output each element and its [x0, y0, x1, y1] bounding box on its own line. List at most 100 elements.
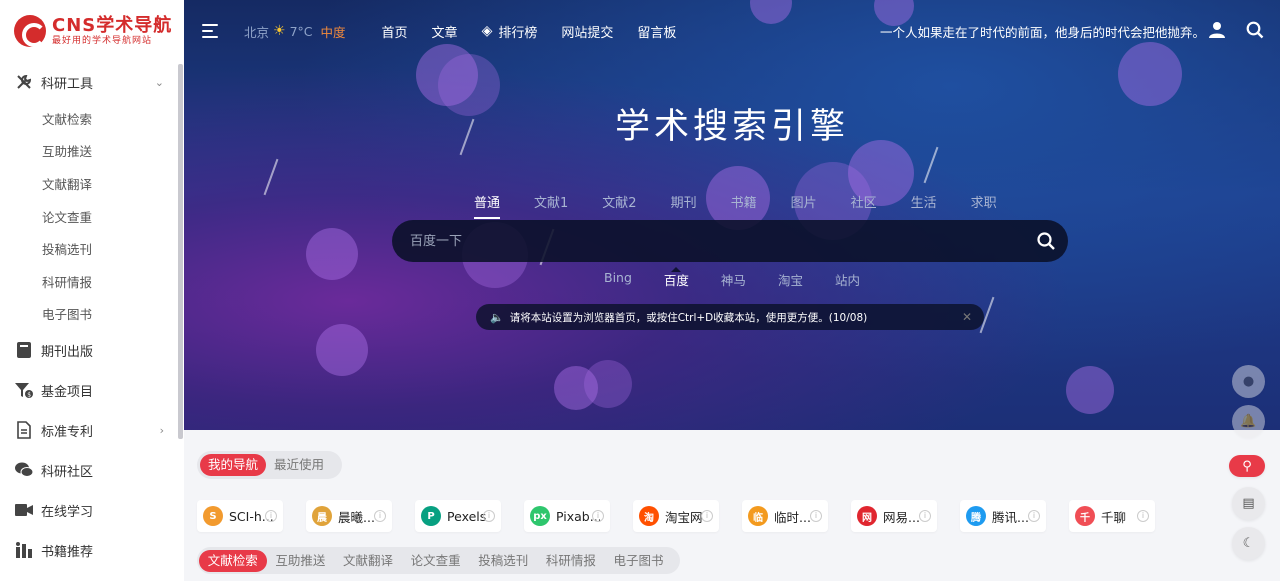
sidebar-group-label: 书籍推荐: [41, 544, 94, 560]
wechat-icon: ●: [1242, 374, 1255, 389]
sidebar-group-label: 基金项目: [41, 384, 94, 400]
info-icon[interactable]: i: [374, 510, 386, 522]
info-icon[interactable]: i: [701, 510, 713, 522]
site-logo-icon: 晨: [312, 506, 332, 526]
sidebar-item-plagiarism[interactable]: 论文查重: [0, 200, 184, 233]
site-logo-icon: 淘: [639, 506, 659, 526]
sidebar-item-translation[interactable]: 文献翻译: [0, 167, 184, 200]
logo-title: CNS学术导航: [52, 14, 173, 36]
info-icon[interactable]: i: [483, 510, 495, 522]
info-icon[interactable]: i: [592, 510, 604, 522]
decor-bubble: [316, 324, 368, 376]
engine-baidu[interactable]: 百度: [664, 267, 689, 289]
site-cards: S SCI-h... i 晨晨曦... i P Pexels i px Pixab... i 淘淘宝网…: [197, 500, 1178, 532]
decor-bubble: [584, 360, 632, 408]
search-input[interactable]: [392, 233, 1012, 249]
info-icon[interactable]: i: [1028, 510, 1040, 522]
tab-general[interactable]: 普通: [474, 192, 501, 219]
sidebar-item-literature-search[interactable]: 文献检索: [0, 102, 184, 135]
category-tab[interactable]: 文献检索: [199, 549, 267, 572]
tab-journals[interactable]: 期刊: [671, 192, 697, 211]
category-tab[interactable]: 论文查重: [402, 550, 470, 572]
sidebar-scrollbar[interactable]: [178, 64, 183, 439]
site-logo-icon: 千: [1075, 506, 1095, 526]
chevron-down-icon: ⌄: [154, 75, 164, 89]
notice-text: 请将本站设置为浏览器首页，或按住Ctrl+D收藏本站，使用更方便。(10/08): [509, 311, 868, 324]
nav-articles[interactable]: 文章: [432, 22, 458, 41]
site-card[interactable]: 淘淘宝网 i: [633, 500, 719, 532]
tab-literature1[interactable]: 文献1: [534, 192, 568, 211]
wechat-button[interactable]: ●: [1232, 365, 1265, 398]
nav-ranking[interactable]: ◈ 排行榜: [482, 22, 538, 41]
category-tab[interactable]: 科研情报: [537, 550, 605, 572]
menu-toggle-icon[interactable]: [202, 20, 220, 42]
sidebar-group-standards[interactable]: 标准专利 ›: [0, 410, 184, 450]
hero-section: 北京 ☀ 7°C 中度 首页 文章 ◈ 排行榜 网站提交 留言板 一个人如果走在了…: [184, 0, 1280, 430]
site-logo-icon: S: [203, 506, 223, 526]
sidebar-group-funding[interactable]: $ 基金项目: [0, 370, 184, 410]
info-icon[interactable]: i: [810, 510, 822, 522]
engine-onsite[interactable]: 站内: [835, 270, 860, 289]
tab-jobs[interactable]: 求职: [971, 192, 997, 211]
engine-bing[interactable]: Bing: [604, 270, 632, 289]
search-submit-icon[interactable]: [1036, 231, 1056, 251]
site-card[interactable]: 腾腾讯... i: [960, 500, 1046, 532]
weather-city: 北京: [244, 24, 270, 40]
site-card[interactable]: 千千聊 i: [1069, 500, 1155, 532]
search-icon: ⚲: [1242, 458, 1252, 474]
info-icon[interactable]: i: [1137, 510, 1149, 522]
sidebar-group-community[interactable]: 科研社区: [0, 450, 184, 490]
info-icon[interactable]: i: [265, 510, 277, 522]
nav-submit-site[interactable]: 网站提交: [561, 22, 613, 41]
tab-books[interactable]: 书籍: [731, 192, 757, 211]
category-tab[interactable]: 电子图书: [605, 550, 673, 572]
tab-recent[interactable]: 最近使用: [266, 454, 332, 476]
tab-images[interactable]: 图片: [791, 192, 817, 211]
tab-literature2[interactable]: 文献2: [602, 192, 636, 211]
layers-icon: ◈: [481, 23, 493, 39]
engine-taobao[interactable]: 淘宝: [778, 270, 803, 289]
weather-widget[interactable]: 北京 ☀ 7°C 中度: [244, 22, 346, 41]
nav-guestbook[interactable]: 留言板: [637, 22, 676, 41]
site-card[interactable]: px Pixab... i: [524, 500, 610, 532]
tab-my-nav[interactable]: 我的导航: [200, 454, 267, 476]
site-logo-icon: 网: [857, 506, 877, 526]
tab-community[interactable]: 社区: [851, 192, 877, 211]
tab-life[interactable]: 生活: [911, 192, 937, 211]
sidebar-item-ebooks[interactable]: 电子图书: [0, 298, 184, 331]
category-tab[interactable]: 互助推送: [267, 550, 335, 572]
sidebar-group-books[interactable]: 书籍推荐: [0, 530, 184, 570]
site-card[interactable]: 临临时... i: [742, 500, 828, 532]
category-tab[interactable]: 投稿选刊: [469, 550, 537, 572]
info-icon[interactable]: i: [919, 510, 931, 522]
site-card[interactable]: 晨晨曦... i: [306, 500, 392, 532]
close-icon[interactable]: ✕: [962, 310, 972, 324]
category-tab[interactable]: 文献翻译: [334, 550, 402, 572]
user-icon[interactable]: [1208, 21, 1226, 39]
list-button[interactable]: ▤: [1232, 487, 1265, 520]
search-icon[interactable]: [1246, 21, 1264, 39]
dark-mode-button[interactable]: ☾: [1232, 527, 1265, 560]
site-logo-icon: 临: [748, 506, 768, 526]
site-card[interactable]: S SCI-h... i: [197, 500, 283, 532]
sidebar-item-mutual-push[interactable]: 互助推送: [0, 135, 184, 168]
sidebar-group-learning[interactable]: 在线学习: [0, 490, 184, 530]
site-card[interactable]: P Pexels i: [415, 500, 501, 532]
search-float-button[interactable]: ⚲: [1229, 455, 1265, 477]
sidebar-group-journals[interactable]: 期刊出版: [0, 330, 184, 370]
engine-shenma[interactable]: 神马: [721, 270, 746, 289]
chevron-right-icon: ›: [159, 423, 164, 437]
sidebar-group-tools[interactable]: 科研工具 ⌄: [0, 62, 184, 102]
chat-icon: [14, 460, 34, 480]
sidebar-item-intel[interactable]: 科研情报: [0, 265, 184, 298]
nav-home[interactable]: 首页: [382, 22, 408, 41]
site-card[interactable]: 网网易... i: [851, 500, 937, 532]
notification-button[interactable]: 🔔: [1232, 405, 1265, 438]
tools-icon: [14, 72, 34, 92]
site-logo-icon: px: [530, 506, 550, 526]
funnel-icon: $: [14, 380, 34, 400]
decor-streak: [923, 146, 939, 184]
site-logo[interactable]: CNS学术导航 最好用的学术导航网站: [0, 0, 184, 62]
site-logo-icon: 腾: [966, 506, 986, 526]
sidebar-item-submission[interactable]: 投稿选刊: [0, 232, 184, 265]
